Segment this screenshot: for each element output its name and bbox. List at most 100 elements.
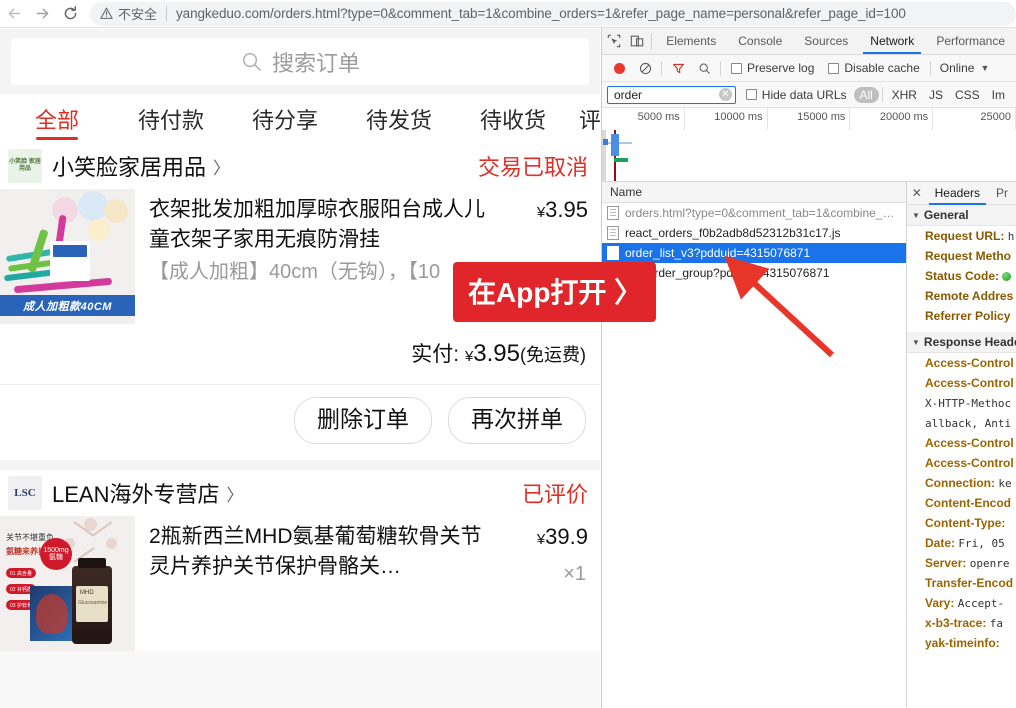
open-in-app-button[interactable]: 在App打开 〉 — [453, 262, 657, 322]
section-title: Response Heade — [923, 335, 1016, 349]
table-row[interactable]: order_list_v3?pdduid=4315076871 — [602, 243, 906, 263]
shop-header[interactable]: 小笑脸 家居用品 小笑脸家居用品 〉 交易已取消 — [0, 143, 600, 189]
product-price: ¥39.9 — [537, 524, 588, 550]
status-ok-icon — [1002, 272, 1012, 281]
header-value: ke — [998, 477, 1012, 490]
forward-arrow-icon[interactable] — [28, 0, 56, 28]
order-item[interactable]: 关节不堪重负 氨糖来养护 1500mg 氨糖 01 高含量 02 补钙质 03 护… — [0, 516, 600, 652]
tab-label: Network — [870, 34, 915, 48]
header-row: x-b3-trace: fa — [907, 613, 1016, 633]
header-row: X-HTTP-Methoc — [907, 393, 1016, 413]
header-key: Remote Addres — [925, 289, 1014, 303]
back-arrow-icon[interactable] — [0, 0, 28, 28]
tab-label: 评 — [578, 107, 600, 133]
clear-filter-icon[interactable]: ✕ — [718, 88, 732, 101]
general-section-header[interactable]: ▼ General — [907, 205, 1016, 226]
chevron-down-icon: ▼ — [980, 63, 990, 73]
order-status-tabs: 全部 待付款 待分享 待发货 待收货 评 — [0, 94, 600, 143]
hide-data-urls-checkbox[interactable]: Hide data URLs — [736, 88, 854, 102]
search-icon[interactable] — [691, 62, 717, 75]
filter-type-all[interactable]: All — [853, 86, 879, 103]
address-bar[interactable]: 不安全 yangkeduo.com/orders.html?type=0&com… — [90, 1, 1016, 26]
header-row: Transfer-Encod — [907, 573, 1016, 593]
filter-type-js[interactable]: JS — [923, 87, 949, 103]
timeline-tick: 20000 ms — [850, 108, 934, 130]
tab-preview[interactable]: Pr — [988, 182, 1016, 205]
device-toolbar-icon[interactable] — [625, 28, 648, 54]
header-value: Accept- — [957, 597, 1005, 610]
tab-performance[interactable]: Performance — [925, 28, 1016, 54]
request-name: order_list_v3?pdduid=4315076871 — [625, 246, 811, 260]
thumbnail-caption: 成人加粗款40CM — [0, 295, 135, 316]
record-button[interactable] — [606, 62, 632, 74]
order-actions: 删除订单 再次拼单 — [0, 384, 600, 460]
header-key: Connection: — [925, 476, 995, 490]
network-overview-timeline[interactable]: 5000 ms 10000 ms 15000 ms 20000 ms 25000 — [602, 108, 1016, 182]
response-headers-section-header[interactable]: ▼ Response Heade — [907, 332, 1016, 353]
reorder-button[interactable]: 再次拼单 — [448, 397, 586, 445]
close-icon[interactable]: ✕ — [907, 186, 927, 200]
header-key: Request Metho — [925, 249, 1012, 263]
tab-review[interactable]: 评 — [570, 94, 600, 143]
tab-console[interactable]: Console — [727, 28, 793, 54]
tab-pending-shipment[interactable]: 待发货 — [342, 94, 456, 143]
tab-label: 待收货 — [479, 107, 546, 133]
header-key: Request URL: — [925, 229, 1005, 243]
currency-symbol: ¥ — [536, 531, 546, 549]
header-key: Access-Control — [925, 356, 1014, 370]
shop-header[interactable]: LSC LEAN海外专营店 〉 已评价 — [0, 470, 600, 516]
tab-headers[interactable]: Headers — [927, 182, 988, 205]
disable-cache-label: Disable cache — [844, 61, 920, 75]
network-toolbar: Preserve log Disable cache Online ▼ — [602, 55, 1016, 82]
delete-order-button[interactable]: 删除订单 — [294, 397, 432, 445]
filter-type-xhr[interactable]: XHR — [886, 87, 923, 103]
inspect-element-icon[interactable] — [602, 28, 625, 54]
shop-logo: 小笑脸 家居用品 — [8, 149, 42, 183]
tab-pending-payment[interactable]: 待付款 — [114, 94, 228, 143]
clear-button[interactable] — [632, 62, 658, 75]
shop-logo-text: 小笑脸 家居用品 — [9, 159, 41, 172]
devtools-tabbar: Elements Console Sources Network Perform… — [602, 28, 1016, 55]
tab-elements[interactable]: Elements — [655, 28, 727, 54]
product-title: 2瓶新西兰MHD氨基葡萄糖软骨关节灵片养护关节保护骨骼关… — [149, 525, 482, 579]
request-name: react_orders_f0b2adb8d52312b31c17.js — [625, 226, 841, 240]
screenshot-root: 不安全 yangkeduo.com/orders.html?type=0&com… — [0, 0, 1016, 708]
filter-input[interactable]: order ✕ — [607, 85, 736, 104]
table-row[interactable]: react_orders_f0b2adb8d52312b31c17.js — [602, 223, 906, 243]
tab-pending-share[interactable]: 待分享 — [228, 94, 342, 143]
request-detail-pane: ✕ Headers Pr ▼ General Request URL: h Re… — [907, 182, 1016, 707]
request-list: Name orders.html?type=0&comment_tab=1&co… — [602, 182, 907, 707]
tab-pending-receipt[interactable]: 待收货 — [456, 94, 570, 143]
header-row: Access-Control — [907, 453, 1016, 473]
triangle-down-icon: ▼ — [912, 210, 920, 220]
xhr-icon — [607, 246, 619, 260]
filter-type-css[interactable]: CSS — [949, 87, 986, 103]
header-key: x-b3-trace: — [925, 616, 987, 630]
tab-network[interactable]: Network — [859, 28, 925, 54]
header-row: Access-Control — [907, 373, 1016, 393]
network-content-split: Name orders.html?type=0&comment_tab=1&co… — [602, 182, 1016, 707]
tab-all[interactable]: 全部 — [0, 94, 114, 143]
filter-type-img[interactable]: Im — [986, 87, 1011, 103]
tab-sources[interactable]: Sources — [793, 28, 859, 54]
filter-icon[interactable] — [665, 62, 691, 75]
table-row[interactable]: orders.html?type=0&comment_tab=1&combine… — [602, 203, 906, 223]
search-input[interactable]: 搜索订单 — [11, 38, 589, 85]
pay-label: 实付: — [411, 343, 460, 366]
tab-label: Sources — [804, 34, 849, 48]
checkbox — [745, 89, 757, 100]
disable-cache-checkbox[interactable]: Disable cache — [821, 61, 926, 75]
throttling-select[interactable]: Online ▼ — [934, 61, 990, 75]
tab-label: Console — [738, 34, 783, 48]
preserve-log-checkbox[interactable]: Preserve log — [724, 61, 821, 75]
product-thumbnail: 成人加粗款40CM — [0, 189, 135, 324]
network-filterbar: order ✕ Hide data URLs All XHR JS CSS Im — [602, 82, 1016, 108]
product-price: ¥3.95 — [537, 197, 588, 223]
reload-icon[interactable] — [56, 0, 84, 28]
timeline-tick: 15000 ms — [768, 108, 851, 130]
header-key: Date: — [925, 536, 956, 550]
header-row: Access-Control — [907, 353, 1016, 373]
filter-value: order — [614, 87, 643, 102]
header-key: Content-Type: — [925, 516, 1006, 530]
header-key: Access-Control — [925, 436, 1014, 450]
